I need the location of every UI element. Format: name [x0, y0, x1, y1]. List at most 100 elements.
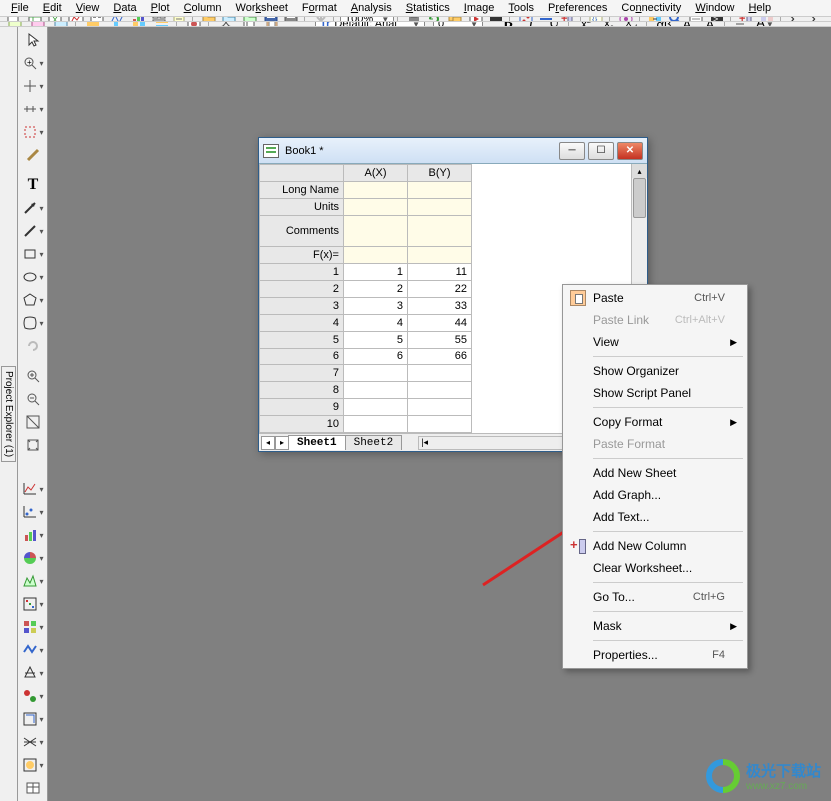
fit-page-icon[interactable] [20, 434, 46, 456]
mask-tool-icon[interactable]: ▾ [20, 121, 46, 143]
row-number[interactable]: 3 [260, 297, 344, 314]
maximize-button[interactable]: ☐ [588, 142, 614, 160]
text-tool-icon[interactable]: T [20, 174, 46, 196]
row-number[interactable]: 6 [260, 348, 344, 365]
lt7-icon[interactable]: ▾ [20, 616, 46, 638]
row-number[interactable]: 7 [260, 365, 344, 382]
sheet-tab-2[interactable]: Sheet2 [345, 435, 403, 450]
arrow-tool-icon[interactable]: ▾ [20, 197, 46, 219]
row-number[interactable]: 8 [260, 382, 344, 399]
cell[interactable]: 33 [408, 297, 472, 314]
menu-goto[interactable]: Go To...Ctrl+G [565, 586, 745, 608]
menu-clear-worksheet[interactable]: Clear Worksheet... [565, 557, 745, 579]
menu-preferences[interactable]: Preferences [541, 0, 614, 16]
menu-add-text[interactable]: Add Text... [565, 506, 745, 528]
cell[interactable]: 1 [344, 264, 408, 281]
menu-copy-format[interactable]: Copy Format▶ [565, 411, 745, 433]
cell[interactable]: 11 [408, 264, 472, 281]
lt9-icon[interactable]: ▾ [20, 662, 46, 684]
menu-plot[interactable]: Plot [144, 0, 177, 16]
circle-tool-icon[interactable]: ▾ [20, 266, 46, 288]
menu-add-new-sheet[interactable]: Add New Sheet [565, 462, 745, 484]
cell[interactable]: 3 [344, 297, 408, 314]
scroll-up-icon[interactable]: ▴ [632, 164, 647, 178]
menu-paste[interactable]: PasteCtrl+V [565, 287, 745, 309]
zoom-out-icon[interactable] [20, 388, 46, 410]
close-button[interactable]: ✕ [617, 142, 643, 160]
menu-file[interactable]: File [4, 0, 36, 16]
menu-help[interactable]: Help [741, 0, 778, 16]
zoom-in-icon[interactable] [20, 365, 46, 387]
cell[interactable] [408, 365, 472, 382]
menu-show-organizer[interactable]: Show Organizer [565, 360, 745, 382]
line-tool-icon[interactable]: ▾ [20, 220, 46, 242]
cell[interactable]: 44 [408, 314, 472, 331]
menu-window[interactable]: Window [688, 0, 741, 16]
row-number[interactable]: 4 [260, 314, 344, 331]
column-header-a[interactable]: A(X) [344, 165, 408, 182]
cell[interactable] [408, 416, 472, 433]
lt4-icon[interactable]: ▾ [20, 547, 46, 569]
menu-connectivity[interactable]: Connectivity [614, 0, 688, 16]
cell[interactable]: 2 [344, 281, 408, 298]
rescale-tool-icon[interactable] [20, 411, 46, 433]
cell[interactable]: 5 [344, 331, 408, 348]
menu-statistics[interactable]: Statistics [399, 0, 457, 16]
menu-edit[interactable]: Edit [36, 0, 69, 16]
cell[interactable] [344, 382, 408, 399]
column-header-b[interactable]: B(Y) [408, 165, 472, 182]
cell[interactable]: 66 [408, 348, 472, 365]
row-fx[interactable]: F(x)= [260, 247, 344, 264]
lt8-icon[interactable]: ▾ [20, 639, 46, 661]
menu-properties[interactable]: Properties...F4 [565, 644, 745, 666]
cell[interactable] [344, 416, 408, 433]
cell[interactable] [408, 399, 472, 416]
menu-data[interactable]: Data [106, 0, 143, 16]
menu-worksheet[interactable]: Worksheet [229, 0, 295, 16]
menu-analysis[interactable]: Analysis [344, 0, 399, 16]
lt6-icon[interactable]: ▾ [20, 593, 46, 615]
template-lib-icon[interactable] [20, 777, 46, 799]
menu-mask[interactable]: Mask▶ [565, 615, 745, 637]
menu-view[interactable]: View [69, 0, 107, 16]
reader-icon[interactable]: ▾ [20, 75, 46, 97]
row-units[interactable]: Units [260, 198, 344, 215]
scroll-thumb[interactable] [633, 178, 646, 218]
polygon-tool-icon[interactable]: ▾ [20, 289, 46, 311]
menu-show-script-panel[interactable]: Show Script Panel [565, 382, 745, 404]
row-long-name[interactable]: Long Name [260, 181, 344, 198]
workbook-titlebar[interactable]: Book1 * ─ ☐ ✕ [259, 138, 647, 164]
data-selector-icon[interactable]: ▾ [20, 98, 46, 120]
lt12-icon[interactable]: ▾ [20, 731, 46, 753]
rect-tool-icon[interactable]: ▾ [20, 243, 46, 265]
tab-next-icon[interactable]: ▸ [275, 436, 289, 450]
rotate-icon[interactable] [20, 335, 46, 357]
tab-first-icon[interactable]: ◂ [261, 436, 275, 450]
minimize-button[interactable]: ─ [559, 142, 585, 160]
cell[interactable]: 22 [408, 281, 472, 298]
project-explorer-tab[interactable]: Project Explorer (1) [1, 366, 16, 462]
lt5-icon[interactable]: ▾ [20, 570, 46, 592]
menu-view[interactable]: View▶ [565, 331, 745, 353]
row-number[interactable]: 9 [260, 399, 344, 416]
row-number[interactable]: 5 [260, 331, 344, 348]
menu-add-graph[interactable]: Add Graph... [565, 484, 745, 506]
cell[interactable] [344, 365, 408, 382]
menu-format[interactable]: Format [295, 0, 344, 16]
lt1-icon[interactable]: ▾ [20, 478, 46, 500]
row-number[interactable]: 2 [260, 281, 344, 298]
cell[interactable]: 4 [344, 314, 408, 331]
lt11-icon[interactable]: ▾ [20, 708, 46, 730]
sheet-tab-1[interactable]: Sheet1 [288, 435, 346, 450]
row-number[interactable]: 10 [260, 416, 344, 433]
lt13-icon[interactable]: ▾ [20, 754, 46, 776]
lt10-icon[interactable]: ▾ [20, 685, 46, 707]
zoom-pan-icon[interactable]: +▾ [20, 52, 46, 74]
row-comments[interactable]: Comments [260, 215, 344, 247]
draw-data-icon[interactable] [20, 144, 46, 166]
cell[interactable] [344, 399, 408, 416]
menu-tools[interactable]: Tools [501, 0, 541, 16]
cell[interactable]: 55 [408, 331, 472, 348]
menu-image[interactable]: Image [457, 0, 502, 16]
lt2-icon[interactable]: ▾ [20, 501, 46, 523]
